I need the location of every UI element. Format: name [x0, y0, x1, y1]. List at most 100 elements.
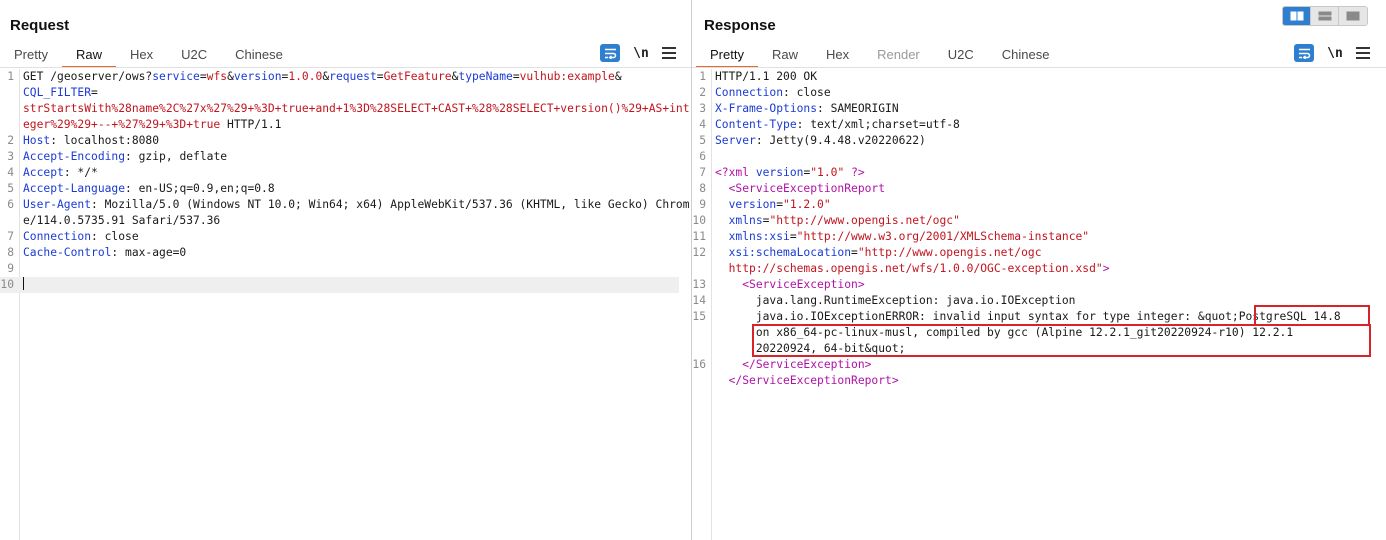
response-tab-hex[interactable]: Hex — [812, 41, 863, 68]
request-editor[interactable]: 1 GET /geoserver/ows?service=wfs&version=… — [0, 69, 691, 540]
header-key: X-Frame-Options — [715, 102, 818, 115]
header-value: : en-US;q=0.9,en;q=0.8 — [125, 182, 275, 195]
request-tabbar-divider — [0, 67, 691, 68]
line-number: 8 — [7, 246, 14, 259]
response-line: 4 Content-Type: text/xml;charset=utf-8 — [692, 117, 1386, 133]
response-tab-render[interactable]: Render — [863, 41, 934, 68]
param-eq: = — [376, 70, 384, 83]
header-key: Accept-Encoding — [23, 150, 126, 163]
show-newlines-button[interactable]: \n — [1326, 46, 1344, 61]
param-key: CQL_FILTER — [23, 86, 92, 99]
line-number: 7 — [699, 166, 706, 179]
xml-attr-value: "http://www.opengis.net/ogc" — [769, 214, 960, 227]
header-value: : close — [783, 86, 831, 99]
request-tab-raw[interactable]: Raw — [61, 41, 116, 68]
header-key: Server — [715, 134, 756, 147]
response-line: </ServiceExceptionReport> — [692, 373, 1386, 389]
param-eq: = — [199, 70, 207, 83]
param-value: wfs — [206, 70, 228, 83]
xml-eq: = — [789, 230, 797, 243]
param-sep: & — [227, 70, 234, 83]
param-sep: & — [614, 70, 622, 83]
request-line-current[interactable]: 10 — [0, 277, 679, 293]
header-key: Accept-Language — [23, 182, 126, 195]
line-number: 9 — [7, 262, 14, 275]
layout-stacked-button[interactable] — [1311, 7, 1339, 25]
header-value: : max-age=0 — [111, 246, 187, 259]
request-line: 6 User-Agent: Mozilla/5.0 (Windows NT 10.… — [0, 197, 691, 229]
status-line: HTTP/1.1 200 OK — [715, 70, 818, 83]
param-value: 1.0.0 — [288, 70, 323, 83]
xml-punct: ?> — [844, 166, 865, 179]
response-tab-chinese[interactable]: Chinese — [988, 41, 1064, 68]
request-tab-chinese[interactable]: Chinese — [221, 41, 297, 68]
request-tabs: Pretty Raw Hex U2C Chinese — [0, 41, 297, 68]
response-line: http://schemas.opengis.net/wfs/1.0.0/OGC… — [692, 261, 1386, 277]
line-number: 6 — [7, 198, 14, 211]
header-value: : SAMEORIGIN — [817, 102, 899, 115]
show-newlines-button[interactable]: \n — [632, 46, 650, 61]
param-key: request — [329, 70, 377, 83]
xml-text-highlight: PostgreSQL 14.8 — [1238, 310, 1341, 323]
request-line: 8 Cache-Control: max-age=0 — [0, 245, 691, 261]
response-tab-raw[interactable]: Raw — [758, 41, 812, 68]
menu-icon[interactable] — [1356, 47, 1370, 59]
request-line: 7 Connection: close — [0, 229, 691, 245]
xml-tag: </ServiceExceptionReport> — [728, 374, 899, 387]
response-line: 5 Server: Jetty(9.4.48.v20220622) — [692, 133, 1386, 149]
line-number: 8 — [699, 182, 706, 195]
header-key: Content-Type — [715, 118, 797, 131]
request-title: Request — [10, 17, 70, 34]
header-value: : */* — [63, 166, 98, 179]
response-line: 15 java.io.IOExceptionERROR: invalid inp… — [692, 309, 1386, 325]
xml-attr: xmlns:xsi — [728, 230, 790, 243]
text-caret — [23, 277, 24, 290]
response-tab-u2c[interactable]: U2C — [934, 41, 988, 68]
line-number: 2 — [699, 86, 706, 99]
line-number: 10 — [692, 214, 706, 227]
xml-attr-value: "1.0" — [810, 166, 845, 179]
response-line: 1 HTTP/1.1 200 OK — [692, 69, 1386, 85]
xml-attr-value: "http://www.w3.org/2001/XMLSchema-instan… — [796, 230, 1090, 243]
param-eq: = — [91, 86, 98, 99]
request-line: 9 — [0, 261, 691, 277]
xml-tag: <ServiceExceptionReport — [728, 182, 886, 195]
xml-attr: xmlns — [728, 214, 763, 227]
line-number: 16 — [692, 358, 706, 371]
word-wrap-icon[interactable] — [600, 44, 620, 62]
response-line: 10 xmlns="http://www.opengis.net/ogc" — [692, 213, 1386, 229]
xml-tag: </ServiceException> — [742, 358, 872, 371]
layout-tabs-button[interactable] — [1339, 7, 1367, 25]
xml-attr: version — [749, 166, 804, 179]
xml-eq: = — [776, 198, 784, 211]
xml-tag: <ServiceException> — [742, 278, 865, 291]
response-line: 11 xmlns:xsi="http://www.w3.org/2001/XML… — [692, 229, 1386, 245]
response-line: 14 java.lang.RuntimeException: java.io.I… — [692, 293, 1386, 309]
response-line: 8 <ServiceExceptionReport — [692, 181, 1386, 197]
menu-icon[interactable] — [662, 47, 676, 59]
line-number: 1 — [7, 70, 14, 83]
response-editor[interactable]: 1 HTTP/1.1 200 OK 2 Connection: close 3 X-F… — [692, 69, 1386, 540]
param-value: vulhub:example — [519, 70, 615, 83]
line-number: 15 — [692, 310, 706, 323]
http-protocol: HTTP/1.1 — [220, 118, 282, 131]
response-pane: Response Pretty Raw Hex Render U2C Chine… — [692, 0, 1386, 540]
line-number: 3 — [7, 150, 14, 163]
request-tab-u2c[interactable]: U2C — [167, 41, 221, 68]
request-tab-hex[interactable]: Hex — [116, 41, 167, 68]
line-number: 4 — [699, 118, 706, 131]
layout-side-by-side-button[interactable] — [1283, 7, 1311, 25]
header-value: : localhost:8080 — [50, 134, 160, 147]
response-line: 16 </ServiceException> — [692, 357, 1386, 373]
header-key: Connection — [23, 230, 92, 243]
response-tab-pretty[interactable]: Pretty — [696, 41, 758, 68]
response-line: 2 Connection: close — [692, 85, 1386, 101]
request-tab-pretty[interactable]: Pretty — [0, 41, 62, 68]
xml-attr-value: "1.2.0" — [783, 198, 831, 211]
request-line: 5 Accept-Language: en-US;q=0.9,en;q=0.8 — [0, 181, 691, 197]
xml-decl-name: xml — [728, 166, 750, 179]
header-value: : Jetty(9.4.48.v20220622) — [755, 134, 926, 147]
header-key: Host — [23, 134, 51, 147]
line-number: 5 — [7, 182, 14, 195]
word-wrap-icon[interactable] — [1294, 44, 1314, 62]
